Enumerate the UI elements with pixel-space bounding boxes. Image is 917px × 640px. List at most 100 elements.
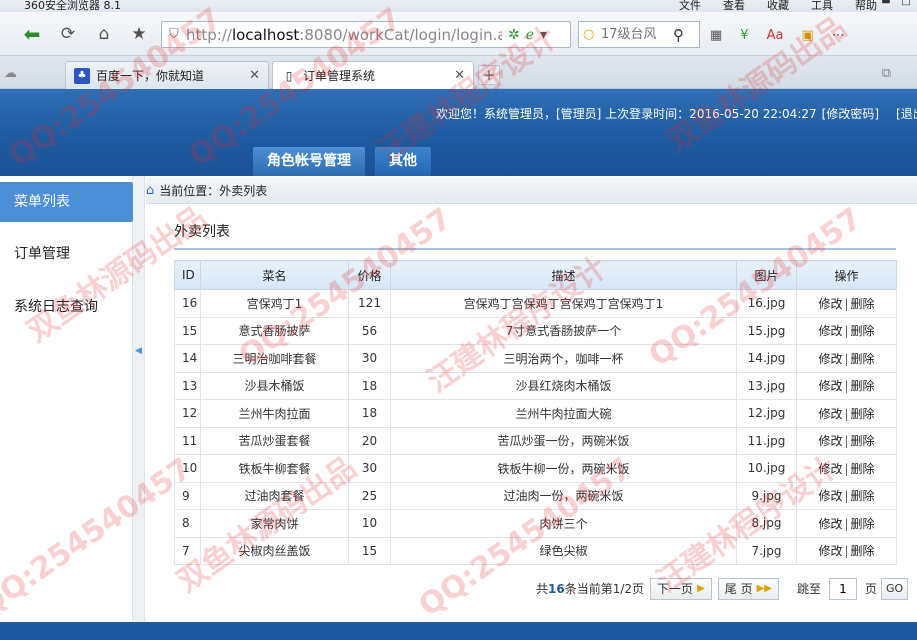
new-tab-button[interactable]: + [478,65,500,85]
edit-link[interactable]: 修改 [818,544,842,558]
next-page-button[interactable]: 下一页 ▶ [650,577,712,600]
cell-id: 9 [174,481,201,510]
cell-description: 苦瓜炒蛋一份，两碗米饭 [390,426,737,455]
delete-link[interactable]: 删除 [851,517,875,531]
cell-actions: 修改 | 删除 [796,536,897,565]
dropdown-icon[interactable]: ▾ [540,27,547,43]
sidebar-item-system-log[interactable]: 系统日志查询 [0,287,133,327]
edit-link[interactable]: 修改 [818,297,842,311]
minimize-icon[interactable]: ▬ [879,0,893,8]
table-row: 15 意式香肠披萨 56 7寸意式香肠披萨一个 15.jpg 修改 | 删除 [174,316,897,345]
cell-price: 20 [348,426,391,455]
search-input[interactable] [601,27,673,42]
action-separator: | [844,434,849,449]
home-icon[interactable]: ⌂ [90,20,118,48]
delete-link[interactable]: 删除 [851,434,875,448]
cell-description: 过油肉一份，两碗米饭 [390,481,737,510]
pager-status: 条当前第1/2页 [564,582,645,596]
go-button[interactable]: GO [881,577,909,600]
cell-price: 18 [348,371,391,400]
back-arrow-icon[interactable]: ⬅ [18,20,46,48]
cloud-icon[interactable]: ☁ [4,66,17,81]
edit-link[interactable]: 修改 [818,517,842,531]
maximize-icon[interactable]: □ [899,0,913,8]
edit-link[interactable]: 修改 [818,379,842,393]
baidu-paw-icon: ♣ [74,67,90,84]
edit-link[interactable]: 修改 [818,352,842,366]
address-url[interactable]: http://localhost:8080/workCat/login/logi… [186,26,502,44]
search-icon[interactable]: ⚲ [673,26,684,44]
menu-tools[interactable]: 工具 [811,0,833,12]
address-bar[interactable]: ⛉ http://localhost:8080/workCat/login/lo… [161,21,571,48]
action-separator: | [844,351,849,366]
edit-link[interactable]: 修改 [818,407,842,421]
table-row: 13 沙县木桶饭 18 沙县红烧肉木桶饭 13.jpg 修改 | 删除 [174,371,897,400]
delete-link[interactable]: 删除 [851,352,875,366]
cell-actions: 修改 | 删除 [796,509,897,538]
page-number-input[interactable] [829,577,857,600]
tab-order-system[interactable]: ▯ 订单管理系统 ✕ [272,61,474,89]
note-icon[interactable]: ▣ [801,28,813,43]
table-row: 7 尖椒肉丝盖饭 15 绿色尖椒 7.jpg 修改 | 删除 [174,536,897,565]
cell-price: 56 [348,316,391,345]
delete-link[interactable]: 删除 [851,379,875,393]
ie-icon[interactable]: ℯ [526,27,534,43]
translate-icon[interactable]: Aa [767,28,784,43]
url-scheme: http:// [186,25,232,44]
menu-favorites[interactable]: 收藏 [767,0,789,12]
cell-name: 过油肉套餐 [200,481,349,510]
column-header-id: ID [174,260,201,290]
action-separator: | [844,489,849,504]
cell-description: 7寸意式香肠披萨一个 [390,316,737,345]
close-icon[interactable]: ✕ [454,68,465,83]
collapse-arrow-icon[interactable]: ◀ [135,346,142,356]
cell-price: 10 [348,509,391,538]
sidebar-collapse-bar[interactable]: ◀ [133,176,145,622]
cell-description: 肉饼三个 [390,509,737,538]
menu-view[interactable]: 查看 [723,0,745,12]
delete-link[interactable]: 删除 [851,489,875,503]
edit-link[interactable]: 修改 [818,489,842,503]
delete-link[interactable]: 删除 [851,297,875,311]
footer-bar [0,622,917,640]
tab-role-account-management[interactable]: 角色帐号管理 [253,147,365,176]
star-icon[interactable]: ★ [125,20,153,48]
delete-link[interactable]: 删除 [851,544,875,558]
search-box[interactable]: ○ ⚲ [578,21,700,48]
cell-description: 兰州牛肉拉面大碗 [390,399,737,428]
delete-link[interactable]: 删除 [851,324,875,338]
cell-name: 三明治咖啡套餐 [200,344,349,373]
tab-list-icon[interactable]: ⧉ [882,66,891,81]
delete-link[interactable]: 删除 [851,462,875,476]
edit-link[interactable]: 修改 [818,434,842,448]
change-password-link[interactable]: [修改密码] [822,107,879,121]
sidebar-item-order-management[interactable]: 订单管理 [0,234,133,274]
last-page-button[interactable]: 尾 页 ▶▶ [717,577,779,600]
cell-image: 8.jpg [736,509,797,538]
edit-link[interactable]: 修改 [818,324,842,338]
edit-link[interactable]: 修改 [818,462,842,476]
refresh-icon[interactable]: ⟳ [54,20,82,48]
cell-name: 苦瓜炒蛋套餐 [200,426,349,455]
money-icon[interactable]: ¥ [740,28,748,43]
search-engine-icon[interactable]: ○ [583,27,601,42]
cell-price: 25 [348,481,391,510]
grid-icon[interactable]: ▦ [710,28,722,43]
menu-file[interactable]: 文件 [679,0,701,12]
menu-help[interactable]: 帮助 [855,0,877,12]
compat-mode-icon[interactable]: ✲ [508,27,520,43]
toolbar-icons: ▦ ¥ Aa ▣ ⋯ [710,28,845,43]
tab-baidu[interactable]: ♣ 百度一下，你就知道 ✕ [65,61,269,89]
page-unit-label: 页 [865,582,878,596]
address-icons: ✲ ℯ ▾ [508,27,547,43]
more-icon[interactable]: ⋯ [832,28,845,43]
shield-icon: ⛉ [169,27,179,42]
sidebar-item-menu-list[interactable]: 菜单列表 [0,182,145,222]
close-icon[interactable]: ✕ [249,68,260,83]
tab-other[interactable]: 其他 [375,147,431,176]
cell-image: 7.jpg [736,536,797,565]
action-separator: | [844,406,849,421]
app-header: 欢迎您！系统管理员，[管理员] 上次登录时间：2016-05-20 22:04:… [0,89,917,176]
logout-link[interactable]: [退出系统] [896,107,917,121]
delete-link[interactable]: 删除 [851,407,875,421]
